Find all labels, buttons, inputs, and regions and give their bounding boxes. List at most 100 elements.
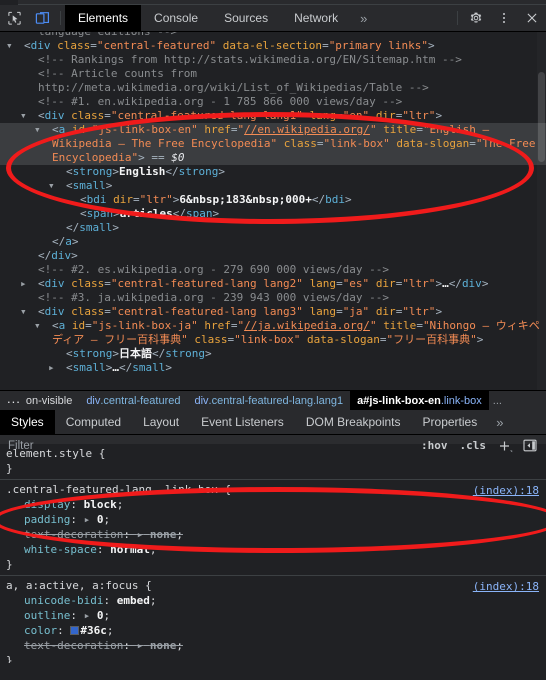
dom-node[interactable]: </a> — [0, 235, 546, 249]
devtools-window: Elements Console Sources Network » ▾ <di… — [0, 0, 546, 680]
expand-toggle-open-icon[interactable]: ▾ — [34, 123, 52, 137]
expand-longhand-icon[interactable]: ▸ — [137, 639, 144, 652]
expand-toggle-open-icon[interactable]: ▾ — [20, 109, 38, 123]
more-tabs-chevron-icon[interactable]: » — [351, 5, 376, 31]
dom-node[interactable]: </div> — [0, 249, 546, 263]
expand-toggle-closed-icon[interactable]: ▸ — [20, 277, 38, 291]
style-rule-source[interactable]: (index):18 — [473, 579, 539, 594]
style-declaration[interactable]: outline: ▸ 0; — [0, 608, 546, 623]
dom-node[interactable]: <span>articles</span> — [0, 207, 546, 221]
tab-layout[interactable]: Layout — [132, 410, 190, 434]
style-property-value[interactable]: none — [150, 639, 177, 652]
gear-icon[interactable] — [462, 5, 490, 31]
style-property-name[interactable]: color — [24, 624, 57, 637]
style-property-name[interactable]: unicode-bidi — [24, 594, 103, 607]
style-declaration[interactable]: color: #36c; — [0, 623, 546, 638]
tab-dom-breakpoints[interactable]: DOM Breakpoints — [295, 410, 412, 434]
dom-tree-scrollbar-thumb[interactable] — [538, 72, 545, 162]
breadcrumb-item-1-tag: div — [86, 394, 101, 407]
dom-comment-node[interactable]: <!-- #1. en.wikipedia.org - 1 785 866 00… — [0, 95, 546, 109]
dom-node[interactable]: ▾ <div class="central-featured" data-el-s… — [0, 39, 546, 53]
dom-node[interactable]: </small> — [0, 221, 546, 235]
expand-longhand-icon[interactable]: ▸ — [84, 609, 91, 622]
dom-node[interactable]: ▾ <div class="central-featured-lang lang3… — [0, 305, 546, 319]
style-rule[interactable]: (index):18 a, a:active, a:focus {unicode-… — [0, 576, 546, 663]
breadcrumb-item-2[interactable]: div .central-featured-lang.lang1 — [187, 391, 350, 410]
dom-comment-node[interactable]: language editions --> — [0, 32, 546, 39]
tab-sources[interactable]: Sources — [211, 5, 281, 31]
dom-tree-scrollbar[interactable] — [537, 32, 546, 390]
styles-rules-list[interactable]: element.style {} (index):18 .central-featu… — [0, 444, 546, 663]
expand-longhand-icon[interactable]: ▸ — [84, 513, 91, 526]
breadcrumb-item-3-class: .link-box — [440, 394, 482, 407]
style-rule-selector[interactable]: .central-featured-lang .link-box { — [0, 482, 546, 497]
style-rule[interactable]: (index):18 .central-featured-lang .link-b… — [0, 480, 546, 576]
breadcrumb-item-1[interactable]: div .central-featured — [79, 391, 187, 410]
breadcrumb-overflow-left[interactable]: ... — [0, 391, 26, 410]
dom-comment-node[interactable]: <!-- #2. es.wikipedia.org - 279 690 000 … — [0, 263, 546, 277]
tab-event-listeners[interactable]: Event Listeners — [190, 410, 295, 434]
style-declaration[interactable]: text-decoration: ▸ none; — [0, 527, 546, 542]
expand-toggle-open-icon[interactable]: ▾ — [20, 305, 38, 319]
toolbar-right-group — [453, 5, 546, 31]
style-property-name[interactable]: outline — [24, 609, 70, 622]
breadcrumb-item-0[interactable]: on-visible — [26, 391, 79, 410]
dom-node[interactable]: ▾ <small> — [0, 179, 546, 193]
inspect-element-icon[interactable] — [0, 5, 28, 31]
style-property-name[interactable]: text-decoration — [24, 528, 123, 541]
dom-node[interactable]: ▸ <div class="central-featured-lang lang2… — [0, 277, 546, 291]
dom-node[interactable]: ▸ <small>…</small> — [0, 361, 546, 375]
dom-comment-node[interactable]: <!-- Rankings from http://stats.wikimedi… — [0, 53, 546, 67]
tab-console[interactable]: Console — [141, 5, 211, 31]
style-rule-close-brace: } — [6, 558, 13, 571]
style-declaration[interactable]: unicode-bidi: embed; — [0, 593, 546, 608]
toolbar-divider-left — [60, 11, 61, 25]
color-swatch[interactable] — [70, 626, 80, 635]
dom-node[interactable]: ▾ <a id="js-link-box-ja" href="//ja.wikip… — [0, 319, 546, 347]
dom-node[interactable]: ▾ <div class="central-featured-lang lang1… — [0, 109, 546, 123]
style-property-value[interactable]: none — [150, 528, 177, 541]
tab-network[interactable]: Network — [281, 5, 351, 31]
style-rule-selector[interactable]: element.style { — [0, 446, 546, 461]
expand-toggle-closed-icon[interactable]: ▸ — [48, 361, 66, 375]
dom-node-selected[interactable]: ▾ <a id="js-link-box-en" href="//en.wikip… — [0, 123, 546, 165]
breadcrumb-item-2-class: .central-featured-lang.lang1 — [208, 394, 344, 407]
tab-computed[interactable]: Computed — [55, 410, 132, 434]
style-property-value[interactable]: normal — [110, 543, 150, 556]
style-property-value[interactable]: embed — [117, 594, 150, 607]
dom-comment-node[interactable]: <!-- Article counts from — [0, 67, 546, 81]
style-declaration[interactable]: white-space: normal; — [0, 542, 546, 557]
breadcrumb-overflow-right[interactable]: ... — [489, 391, 506, 410]
expand-longhand-icon[interactable]: ▸ — [137, 528, 144, 541]
device-toolbar-icon[interactable] — [28, 5, 56, 31]
tab-properties[interactable]: Properties — [412, 410, 489, 434]
dom-node[interactable]: <strong>English</strong> — [0, 165, 546, 179]
dom-comment-node[interactable]: <!-- #3. ja.wikipedia.org - 239 943 000 … — [0, 291, 546, 305]
style-property-name[interactable]: white-space — [24, 543, 97, 556]
styles-more-tabs-chevron-icon[interactable]: » — [488, 410, 511, 434]
style-rule[interactable]: element.style {} — [0, 444, 546, 480]
style-rule-selector[interactable]: a, a:active, a:focus { — [0, 578, 546, 593]
close-icon[interactable] — [518, 5, 546, 31]
style-declaration[interactable]: text-decoration: ▸ none; — [0, 638, 546, 653]
kebab-menu-icon[interactable] — [490, 5, 518, 31]
style-property-name[interactable]: text-decoration — [24, 639, 123, 652]
style-property-name[interactable]: padding — [24, 513, 70, 526]
expand-toggle-open-icon[interactable]: ▾ — [48, 179, 66, 193]
tab-styles[interactable]: Styles — [0, 410, 55, 434]
dom-node[interactable]: <bdi dir="ltr">6&nbsp;183&nbsp;000+</bdi… — [0, 193, 546, 207]
style-property-value[interactable]: block — [84, 498, 117, 511]
style-rule-close-brace: } — [6, 462, 13, 475]
dom-tree-panel[interactable]: language editions -->▾<div class="centra… — [0, 32, 546, 390]
tab-elements[interactable]: Elements — [65, 5, 142, 31]
style-rule-source[interactable]: (index):18 — [473, 483, 539, 498]
style-property-name[interactable]: display — [24, 498, 70, 511]
style-declaration[interactable]: padding: ▸ 0; — [0, 512, 546, 527]
expand-toggle-open-icon[interactable]: ▾ — [6, 39, 24, 53]
dom-node[interactable]: <strong>日本語</strong> — [0, 347, 546, 361]
dom-comment-node[interactable]: http://meta.wikimedia.org/wiki/List_of_W… — [0, 81, 546, 95]
expand-toggle-open-icon[interactable]: ▾ — [34, 319, 52, 333]
style-property-value[interactable]: #36c — [80, 624, 107, 637]
breadcrumb-item-3[interactable]: a#js-link-box-en .link-box — [350, 391, 489, 410]
style-declaration[interactable]: display: block; — [0, 497, 546, 512]
